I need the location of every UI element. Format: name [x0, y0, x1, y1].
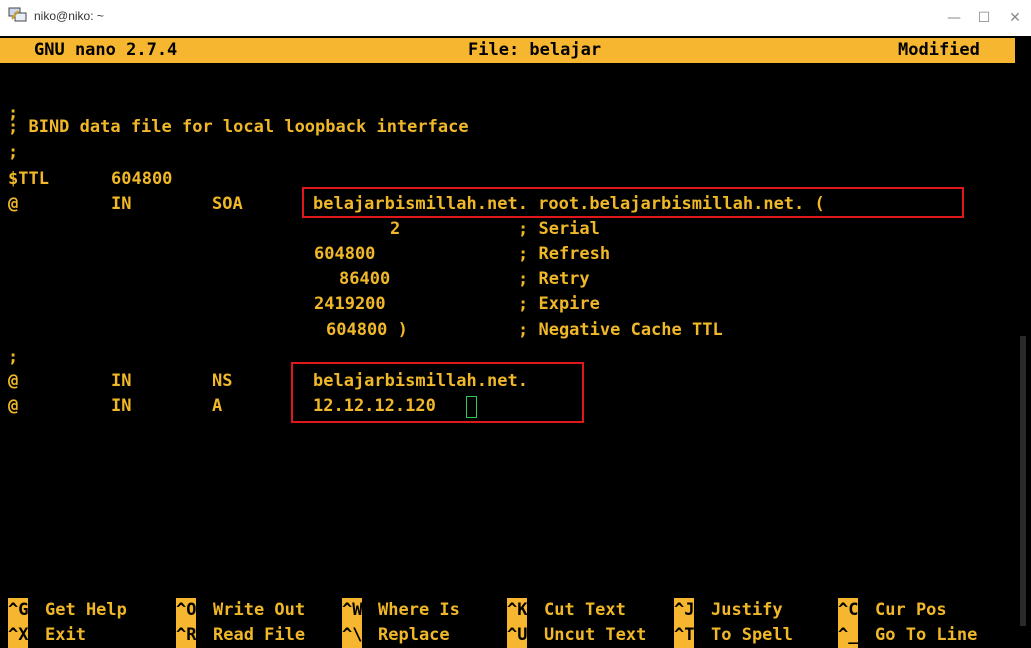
- window-title: niko@niko: ~: [34, 9, 104, 23]
- shortcut-label[interactable]: Where Is: [378, 598, 460, 623]
- editor-line: ;: [8, 142, 19, 162]
- shortcut-label[interactable]: Go To Line: [875, 623, 977, 648]
- nano-filename: File: belajar: [468, 40, 602, 60]
- editor-line: @ IN NS belajarbismillah.net.: [8, 371, 528, 391]
- nano-status: Modified: [898, 40, 980, 60]
- highlight-box-records: [291, 362, 584, 423]
- shortcut-label[interactable]: To Spell: [711, 623, 793, 648]
- shortcut-label[interactable]: Justify: [711, 598, 783, 623]
- editor-line: $TTL 604800: [8, 169, 173, 189]
- shortcut-key[interactable]: ^T: [674, 623, 695, 648]
- shortcut-row-1: ^G Get Help ^O Write Out ^W Where Is ^K …: [0, 598, 1031, 623]
- shortcut-key[interactable]: ^U: [507, 623, 528, 648]
- shortcut-label[interactable]: Cut Text: [544, 598, 626, 623]
- editor-line: 2419200 ; Expire: [314, 294, 600, 314]
- editor-line: 604800 ) ; Negative Cache TTL: [326, 320, 723, 340]
- shortcut-key[interactable]: ^X: [8, 623, 29, 648]
- shortcut-key[interactable]: ^R: [176, 623, 197, 648]
- close-button[interactable]: ✕: [1000, 6, 1030, 30]
- editor-line: 604800 ; Refresh: [314, 244, 611, 264]
- editor-line: 2 ; Serial: [390, 219, 600, 239]
- editor-line: @ IN SOA belajarbismillah.net. root.bela…: [8, 194, 825, 214]
- editor-line: ; BIND data file for local loopback inte…: [8, 117, 469, 137]
- shortcut-row-2: ^X Exit ^R Read File ^\ Replace ^U Uncut…: [0, 623, 1031, 648]
- shortcut-key[interactable]: ^J: [674, 598, 695, 623]
- nano-version: GNU nano 2.7.4: [34, 40, 178, 60]
- shortcut-key[interactable]: ^\: [342, 623, 363, 648]
- window-title-bar: niko@niko: ~ — ☐ ✕: [0, 0, 1031, 36]
- nano-header-bar: GNU nano 2.7.4 File: belajar Modified: [0, 38, 1015, 63]
- shortcut-key[interactable]: ^O: [176, 598, 197, 623]
- editor-line: @ IN A 12.12.12.120: [8, 396, 436, 416]
- shortcut-label[interactable]: Uncut Text: [544, 623, 646, 648]
- shortcut-label[interactable]: Replace: [378, 623, 450, 648]
- putty-icon: [8, 7, 27, 22]
- editor-line: ;: [8, 347, 19, 367]
- shortcut-key[interactable]: ^K: [507, 598, 528, 623]
- scrollbar[interactable]: [1020, 336, 1026, 626]
- highlight-box-soa: [302, 187, 964, 218]
- shortcut-label[interactable]: Get Help: [45, 598, 127, 623]
- maximize-button[interactable]: ☐: [969, 6, 999, 30]
- terminal-area[interactable]: GNU nano 2.7.4 File: belajar Modified ; …: [0, 36, 1031, 648]
- shortcut-key[interactable]: ^_: [838, 623, 859, 648]
- minimize-button[interactable]: —: [939, 6, 969, 30]
- shortcut-label[interactable]: Write Out: [213, 598, 305, 623]
- shortcut-label[interactable]: Read File: [213, 623, 305, 648]
- shortcut-key[interactable]: ^G: [8, 598, 29, 623]
- editor-line: 86400 ; Retry: [339, 269, 590, 289]
- shortcut-key[interactable]: ^C: [838, 598, 859, 623]
- shortcut-label[interactable]: Exit: [45, 623, 86, 648]
- shortcut-label[interactable]: Cur Pos: [875, 598, 947, 623]
- shortcut-key[interactable]: ^W: [342, 598, 363, 623]
